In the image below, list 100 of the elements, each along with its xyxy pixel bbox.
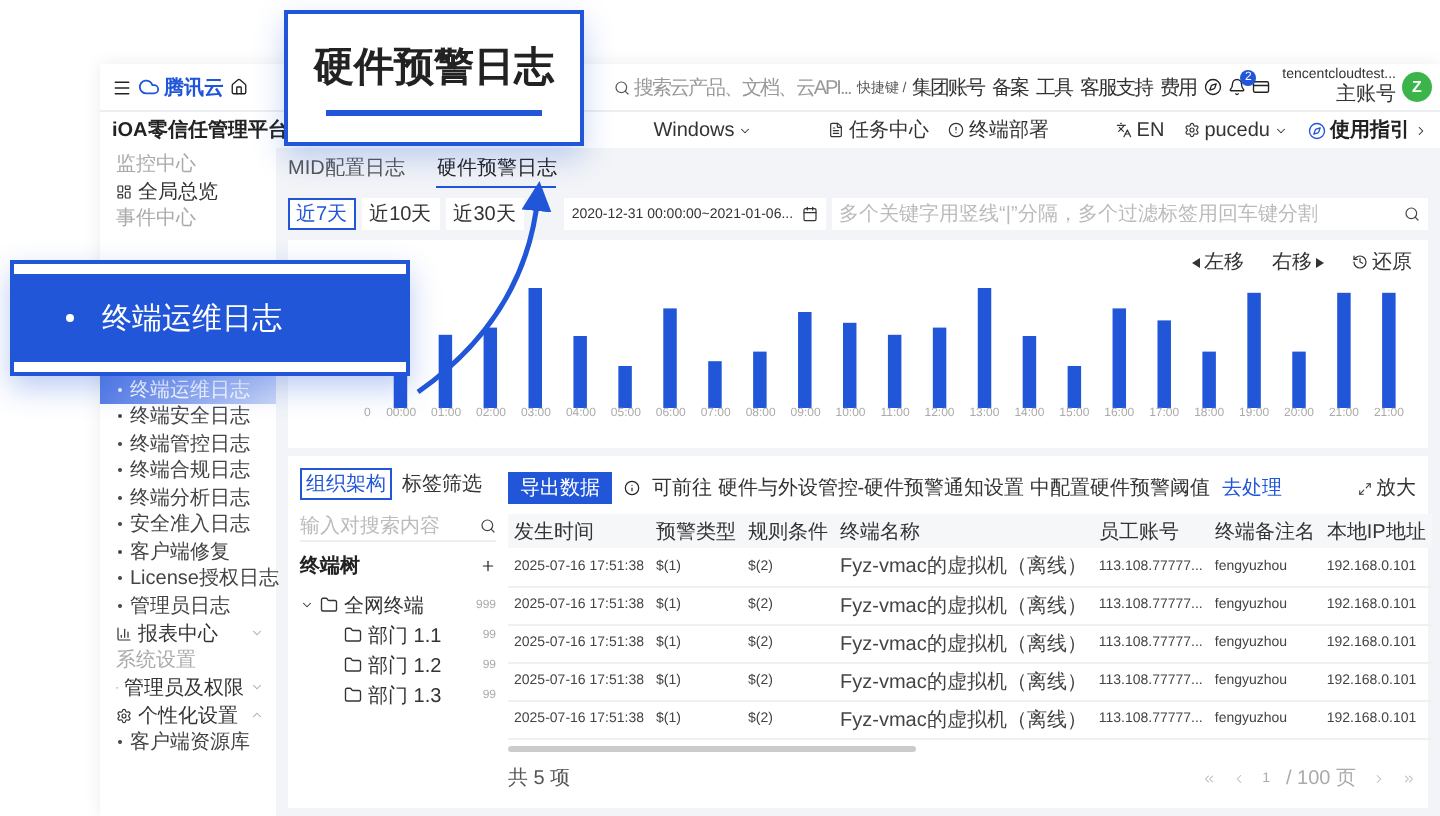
chart-bar	[1158, 320, 1172, 408]
nav-link[interactable]: 集团账号	[912, 73, 987, 101]
page-total: / 100 页	[1285, 766, 1356, 792]
toolbar-link[interactable]: 终端部署	[948, 116, 1049, 144]
submenu-item[interactable]: 终端管控日志	[100, 430, 276, 457]
callout-text: 终端运维日志	[102, 299, 282, 337]
caret-icon	[250, 626, 264, 640]
table-cell: Fyz-vmac的虚拟机（离线）	[834, 548, 1093, 586]
menu-item[interactable]: 个性化设置	[100, 701, 276, 729]
reset-button[interactable]: 还原	[1352, 248, 1412, 276]
search-icon	[613, 79, 630, 95]
caret-icon	[300, 598, 314, 612]
bell-icon	[1228, 78, 1247, 96]
search-icon	[1404, 206, 1420, 222]
next-page-icon	[1372, 771, 1386, 785]
submenu-item[interactable]: License授权日志	[100, 565, 276, 592]
column-header: 本地IP地址	[1320, 514, 1432, 548]
column-header: 规则条件	[742, 514, 834, 548]
compass-icon	[1308, 121, 1326, 139]
language-button[interactable]: EN	[1116, 119, 1165, 141]
os-select[interactable]: Windows	[653, 119, 753, 141]
chart-bar	[619, 366, 633, 408]
table-cell: Fyz-vmac的虚拟机（离线）	[834, 662, 1093, 700]
menu-item[interactable]: 管理员及权限	[100, 673, 276, 701]
account-select[interactable]: pucedu	[1184, 119, 1288, 141]
chart-bar	[978, 288, 992, 408]
user-role: 主账号	[1336, 83, 1396, 106]
menu-item[interactable]: 全局总览	[100, 178, 276, 206]
history-icon	[1352, 254, 1368, 270]
export-button[interactable]: 导出数据	[508, 472, 612, 504]
nav-link[interactable]: 工具	[1036, 73, 1075, 101]
submenu-item[interactable]: 安全准入日志	[100, 511, 276, 538]
chart-bar	[574, 336, 588, 408]
card-icon	[1252, 78, 1271, 96]
submenu-item[interactable]: 终端分析日志	[100, 484, 276, 511]
add-icon	[480, 558, 496, 574]
chart-bar	[439, 334, 453, 408]
expand-button[interactable]: 放大	[1358, 474, 1416, 502]
folder-icon	[344, 656, 362, 674]
submenu-item[interactable]: 终端安全日志	[100, 403, 276, 430]
chart-bar	[1023, 336, 1037, 408]
callout-text: 硬件预警日志	[314, 44, 554, 94]
submenu-item[interactable]: 终端合规日志	[100, 457, 276, 484]
language-icon	[1116, 122, 1133, 138]
range-button[interactable]: 近7天	[288, 198, 356, 230]
triangle-left-icon	[1192, 257, 1200, 267]
chart-bar	[1382, 292, 1397, 408]
folder-icon	[344, 626, 362, 644]
submenu-item[interactable]: 客户端资源库	[100, 729, 276, 756]
nav-link[interactable]: 客服支持	[1080, 73, 1155, 101]
nav-link[interactable]: 备案	[992, 73, 1031, 101]
folder-icon	[344, 686, 362, 704]
chart-bar	[1113, 308, 1127, 408]
last-page-icon	[1402, 771, 1416, 785]
search-icon	[480, 517, 496, 533]
compass-icon	[1204, 78, 1223, 96]
nav-link[interactable]: 费用	[1160, 73, 1199, 101]
section-title: 监控中心	[114, 152, 196, 178]
submenu-item[interactable]: 客户端修复	[100, 538, 276, 565]
home-icon	[230, 78, 248, 96]
chart-bar	[1068, 366, 1082, 408]
tab[interactable]: 组织架构	[300, 468, 392, 500]
range-button[interactable]: 近10天	[361, 198, 440, 230]
chart-bar	[708, 361, 723, 408]
section-title: 事件中心	[114, 206, 196, 232]
move-right-button[interactable]: 右移	[1272, 248, 1324, 276]
column-header: 终端名称	[834, 514, 1093, 548]
guide-link[interactable]: 使用指引	[1308, 116, 1428, 144]
info-icon	[624, 480, 640, 496]
tab[interactable]: MID配置日志	[288, 154, 405, 188]
tab[interactable]: 硬件预警日志	[436, 154, 557, 188]
expand-icon	[1358, 481, 1372, 495]
menu-item[interactable]: 报表中心	[100, 619, 276, 647]
chevron-icon	[1414, 123, 1428, 137]
notice-link[interactable]: 去处理	[1221, 474, 1282, 502]
table-cell: Fyz-vmac的虚拟机（离线）	[834, 700, 1093, 738]
chart-bar	[663, 308, 678, 408]
caret-icon	[738, 123, 753, 137]
bullet-icon	[66, 314, 74, 322]
tree-title: 终端树	[300, 553, 360, 580]
column-header: 终端备注名	[1208, 514, 1321, 548]
toolbar-link[interactable]: 任务中心	[828, 116, 929, 144]
chart-bar	[753, 351, 768, 408]
chart-bar	[484, 327, 498, 408]
chart-bar	[1337, 292, 1352, 408]
table-cell: Fyz-vmac的虚拟机（离线）	[834, 586, 1093, 624]
submenu-item[interactable]: 管理员日志	[100, 592, 276, 619]
logo: 腾讯云	[138, 73, 224, 101]
range-button[interactable]: 近30天	[445, 198, 524, 230]
previous-page-icon	[1232, 771, 1247, 785]
column-header: 发生时间	[508, 514, 650, 548]
table-cell: Fyz-vmac的虚拟机（离线）	[834, 624, 1093, 662]
first-page-icon	[1202, 771, 1217, 785]
move-left-button[interactable]: 左移	[1192, 248, 1244, 276]
chart-bar	[1203, 351, 1217, 408]
column-header: 预警类型	[650, 514, 742, 548]
chart-bar	[933, 327, 947, 408]
chart-bar	[1292, 351, 1307, 408]
notice-text: 可前往 硬件与外设管控-硬件预警通知设置 中配置硬件预警阈值	[652, 475, 1210, 502]
document-icon	[828, 122, 845, 138]
